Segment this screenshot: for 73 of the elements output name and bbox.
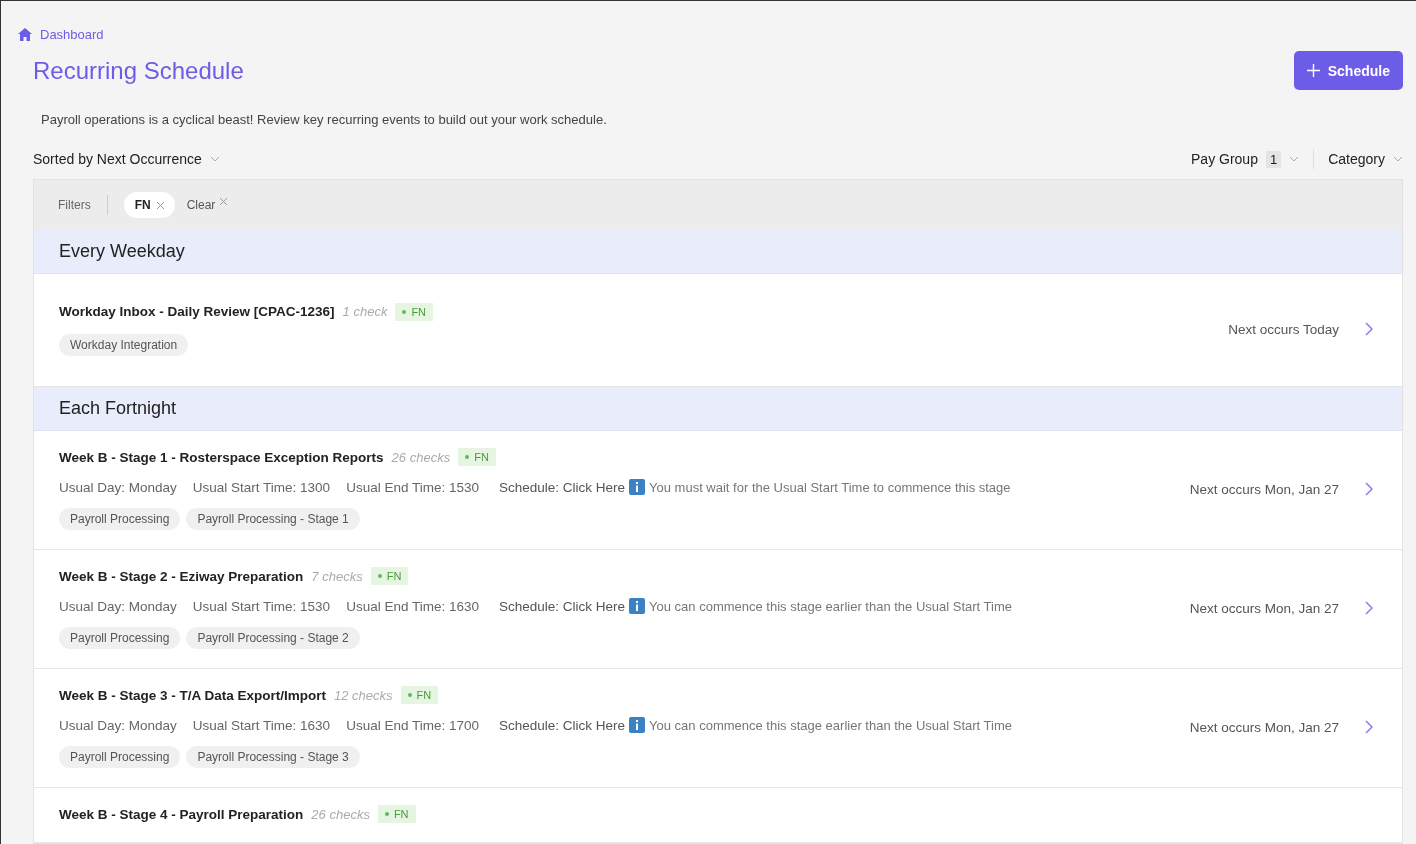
category-tag: Payroll Processing xyxy=(59,508,181,530)
check-count: 12 checks xyxy=(334,687,393,703)
note-text: You can commence this stage earlier than the Usual Start Time xyxy=(649,717,1012,733)
event-title: Week B - Stage 1 - Rosterspace Exception Reports xyxy=(59,449,384,465)
filter-dropdown[interactable]: Category xyxy=(1328,151,1403,167)
chevron-down-icon xyxy=(1393,156,1403,162)
chevron-right-icon xyxy=(1365,482,1373,496)
chevron-right-icon xyxy=(1365,601,1373,615)
check-count: 7 checks xyxy=(311,568,363,584)
category-tag: Workday Integration xyxy=(59,333,189,356)
schedule-row[interactable]: Week B - Stage 4 - Payroll Preparation 26 checks FN xyxy=(34,788,1402,843)
tag: FN xyxy=(395,302,434,321)
event-title: Week B - Stage 3 - T/A Data Export/Import xyxy=(59,687,327,703)
tag: FN xyxy=(377,805,416,823)
schedule-row[interactable] xyxy=(34,550,1402,669)
add-schedule-button[interactable]: Schedule xyxy=(1293,51,1403,90)
group-title: Each Fortnight xyxy=(59,398,177,419)
tag: FN xyxy=(458,448,496,466)
schedule-link[interactable]: Schedule: Click Here xyxy=(498,479,626,495)
chevron-down-icon xyxy=(1289,156,1300,162)
note-text: You must wait for the Usual Start Time to commence this stage xyxy=(649,479,1011,495)
category-tag: Payroll Processing - Stage 1 xyxy=(186,508,360,530)
info-icon xyxy=(629,598,646,614)
category-tag: Payroll Processing xyxy=(59,627,181,649)
category-tag: Payroll Processing - Stage 2 xyxy=(186,627,360,649)
detail-text: Usual Day: Monday xyxy=(59,598,177,614)
breadcrumb-link[interactable]: Dashboard xyxy=(40,26,104,42)
detail-text: Usual Day: Monday xyxy=(59,479,177,495)
filter-dropdown[interactable]: Pay Group 1 xyxy=(1191,150,1300,168)
check-count: 26 checks xyxy=(311,806,370,822)
filter-chip[interactable]: FN xyxy=(123,192,175,218)
check-count: 1 check xyxy=(342,304,388,319)
sort-dropdown[interactable]: Sorted by Next Occurrence xyxy=(33,151,220,167)
category-tag: Payroll Processing xyxy=(59,746,181,768)
next-occurrence: Next occurs Mon, Jan 27 xyxy=(1189,719,1339,735)
chevron-down-icon xyxy=(209,156,220,162)
tag: FN xyxy=(400,686,439,704)
home-icon xyxy=(18,27,32,41)
page-description: Payroll operations is a cyclical beast! Review key recurring events to build out your work schedule. xyxy=(41,112,608,127)
chevron-right-icon xyxy=(1365,720,1373,734)
count-badge: 1 xyxy=(1265,150,1282,168)
info-icon xyxy=(629,479,646,495)
chevron-right-icon xyxy=(1365,322,1373,336)
event-title: Week B - Stage 4 - Payroll Preparation xyxy=(59,806,304,822)
event-title: Workday Inbox - Daily Review [CPAC-1236] xyxy=(59,304,335,319)
detail-text: Usual End Time: 1530 xyxy=(346,479,479,495)
detail-text: Usual Start Time: 1300 xyxy=(192,479,331,495)
schedule-link[interactable]: Schedule: Click Here xyxy=(498,717,626,733)
info-icon xyxy=(629,717,646,733)
page-title: Recurring Schedule xyxy=(33,56,244,85)
next-occurrence: Next occurs Today xyxy=(1228,321,1339,337)
detail-text: Usual Start Time: 1530 xyxy=(192,598,331,614)
next-occurrence: Next occurs Mon, Jan 27 xyxy=(1189,600,1339,616)
note-text: You can commence this stage earlier than the Usual Start Time xyxy=(649,598,1012,614)
schedule-row[interactable] xyxy=(34,669,1402,788)
detail-text: Usual Day: Monday xyxy=(59,717,177,733)
group-title: Every Weekday xyxy=(59,241,185,262)
detail-text: Usual Start Time: 1630 xyxy=(192,717,331,733)
check-count: 26 checks xyxy=(391,449,451,465)
schedule-row[interactable] xyxy=(34,431,1402,550)
detail-text: Usual End Time: 1700 xyxy=(346,717,479,733)
filters-label: Filters xyxy=(58,198,91,212)
schedule-link[interactable]: Schedule: Click Here xyxy=(498,598,626,614)
category-tag: Payroll Processing - Stage 3 xyxy=(186,746,360,768)
schedule-row[interactable]: Workday Inbox - Daily Review [CPAC-1236] 1 check FN Workday Integration Next occurs Today xyxy=(34,274,1402,387)
event-title: Week B - Stage 2 - Eziway Preparation xyxy=(59,568,304,584)
close-icon xyxy=(156,201,164,209)
close-icon xyxy=(220,198,228,205)
detail-text: Usual End Time: 1630 xyxy=(346,598,479,614)
clear-button[interactable]: Clear xyxy=(186,198,228,212)
tag: FN xyxy=(370,567,409,585)
plus-icon xyxy=(1306,64,1320,77)
next-occurrence: Next occurs Mon, Jan 27 xyxy=(1189,481,1339,497)
